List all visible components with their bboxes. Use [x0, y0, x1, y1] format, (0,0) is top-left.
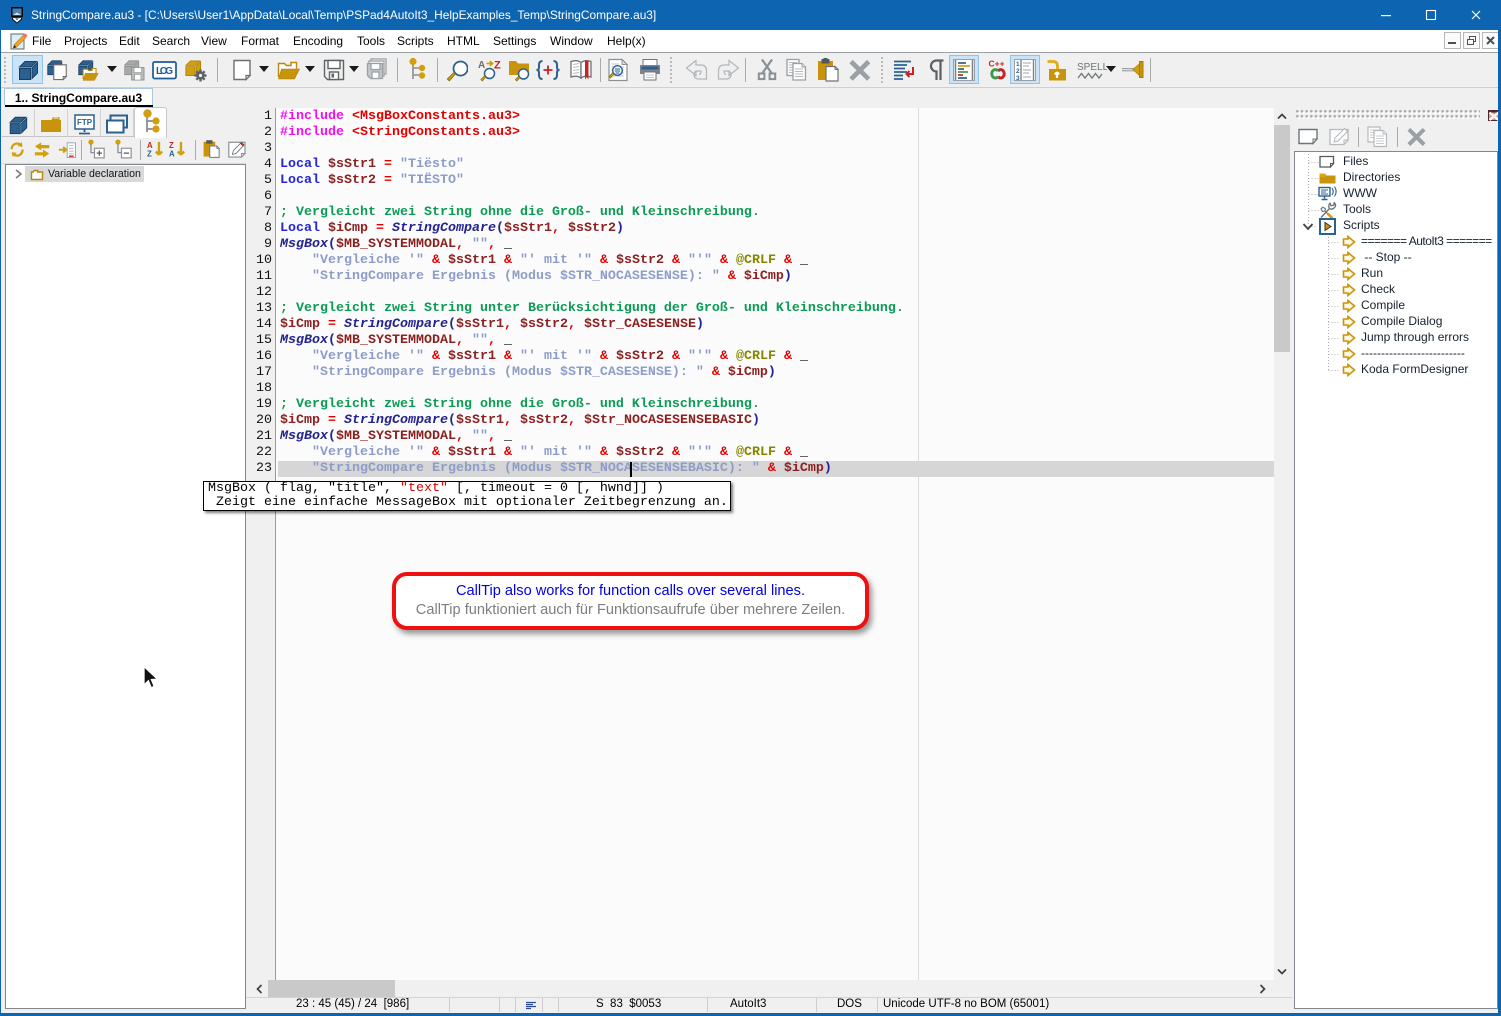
svg-text:Z: Z	[147, 150, 152, 159]
svg-text:A: A	[147, 141, 153, 150]
svg-text:A: A	[169, 150, 175, 159]
svg-text:3: 3	[1016, 75, 1020, 82]
svg-text:A: A	[478, 60, 485, 71]
svg-text:1: 1	[1016, 61, 1020, 68]
svg-text:LOG: LOG	[156, 66, 173, 77]
svg-text:2: 2	[1016, 68, 1020, 75]
svg-text:FTP: FTP	[77, 118, 93, 127]
svg-text:SPELL: SPELL	[1077, 62, 1107, 73]
svg-text:C++: C++	[989, 59, 1005, 69]
svg-text:Z: Z	[494, 60, 501, 72]
svg-text:Z: Z	[169, 141, 174, 150]
